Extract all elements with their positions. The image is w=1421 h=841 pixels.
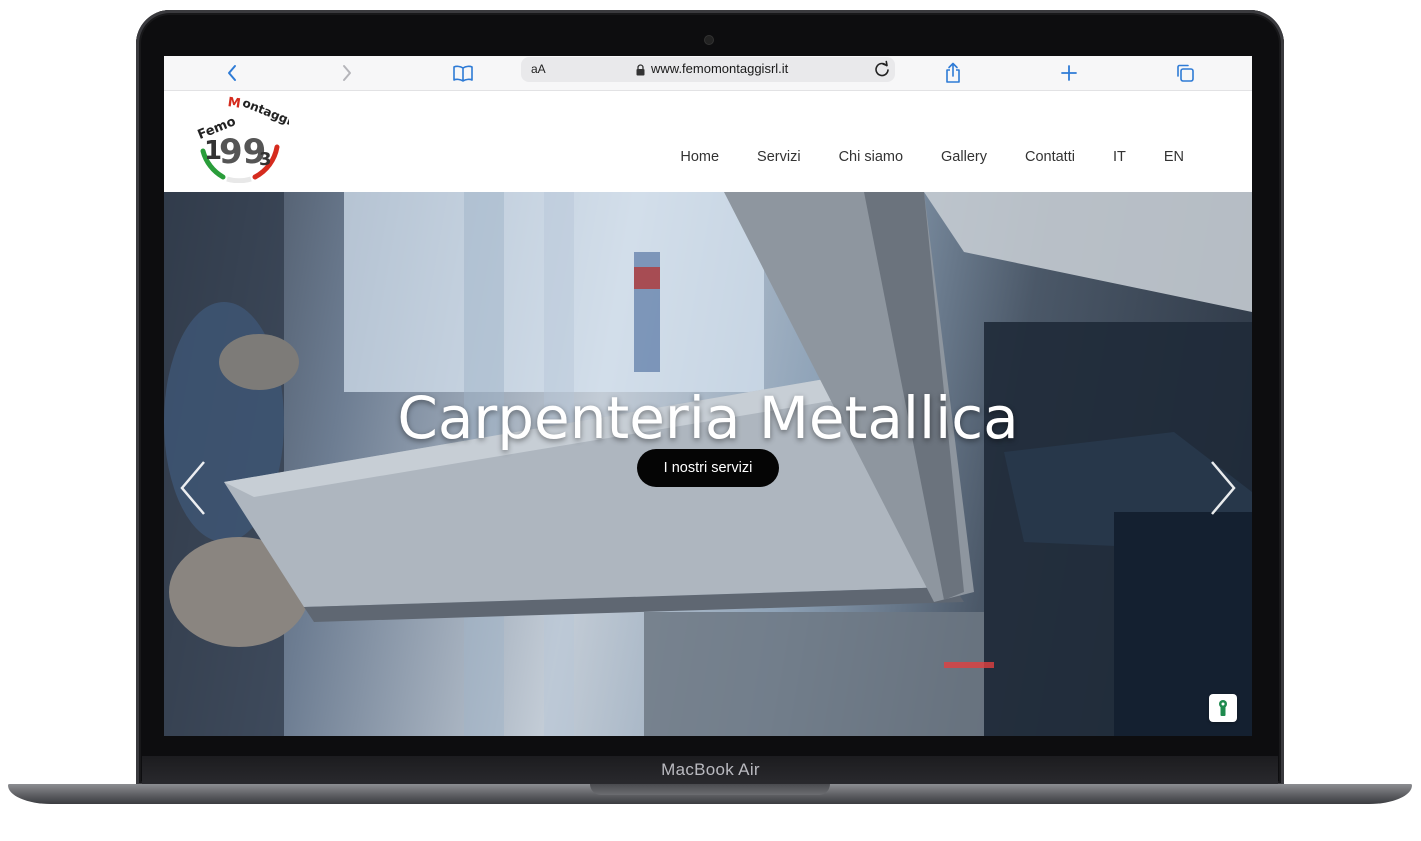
- main-nav: Home Servizi Chi siamo Gallery Contatti …: [680, 149, 1252, 165]
- forward-icon[interactable]: [337, 60, 357, 86]
- text-size-button[interactable]: aA: [531, 62, 546, 76]
- nav-lang-it[interactable]: IT: [1113, 149, 1126, 165]
- site-header: Femo M ontaggi 1 99 3 Home Servizi Chi s…: [164, 91, 1252, 192]
- share-icon[interactable]: [942, 60, 964, 86]
- reload-icon[interactable]: [873, 59, 891, 84]
- screen: aA www.femomontaggisrl.it Femo M ontaggi…: [164, 56, 1252, 736]
- address-bar[interactable]: aA www.femomontaggisrl.it: [521, 57, 895, 82]
- camera-icon: [705, 36, 713, 44]
- next-slide-icon[interactable]: [1208, 460, 1238, 521]
- services-button[interactable]: I nostri servizi: [637, 449, 779, 487]
- nav-chi-siamo[interactable]: Chi siamo: [839, 149, 903, 165]
- browser-toolbar: aA www.femomontaggisrl.it: [164, 56, 1252, 91]
- device-model-label: MacBook Air: [661, 760, 760, 779]
- nav-home[interactable]: Home: [680, 149, 719, 165]
- company-logo[interactable]: Femo M ontaggi 1 99 3: [189, 91, 294, 184]
- nav-contatti[interactable]: Contatti: [1025, 149, 1075, 165]
- bookmarks-icon[interactable]: [451, 60, 475, 86]
- svg-text:M: M: [227, 95, 242, 112]
- nav-servizi[interactable]: Servizi: [757, 149, 801, 165]
- prev-slide-icon[interactable]: [178, 460, 208, 521]
- nav-lang-en[interactable]: EN: [1164, 149, 1184, 165]
- tabs-overview-icon[interactable]: [1174, 60, 1196, 86]
- svg-text:ontaggi: ontaggi: [240, 96, 289, 128]
- lock-icon: [636, 63, 645, 81]
- laptop-hinge-notch: [590, 784, 830, 795]
- new-tab-icon[interactable]: [1059, 60, 1079, 86]
- privacy-lock-button[interactable]: [1209, 694, 1237, 722]
- keyhole-icon: [1219, 700, 1227, 716]
- back-icon[interactable]: [222, 60, 242, 86]
- svg-text:3: 3: [259, 149, 272, 170]
- hero-title: Carpenteria Metallica: [397, 384, 1019, 452]
- nav-gallery[interactable]: Gallery: [941, 149, 987, 165]
- hero-slider: Carpenteria Metallica I nostri servizi: [164, 192, 1252, 736]
- url-text: www.femomontaggisrl.it: [651, 61, 789, 76]
